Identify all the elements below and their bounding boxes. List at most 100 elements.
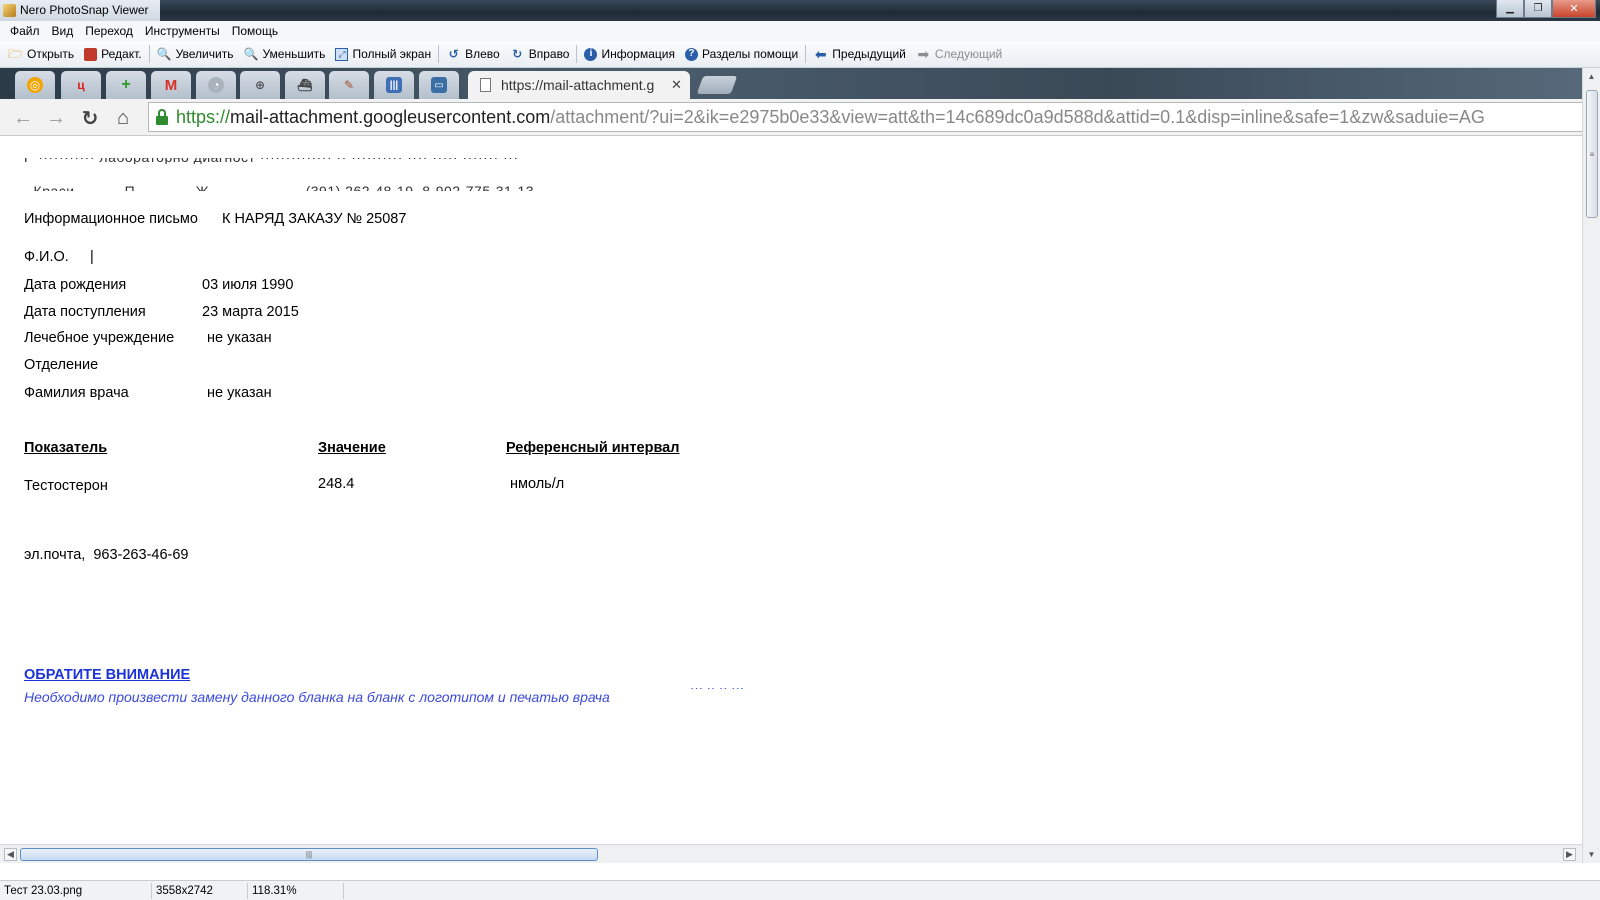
gmail-icon: M xyxy=(164,76,178,94)
table-cell-value: 248.4 xyxy=(318,476,355,492)
next-label: Следующий xyxy=(934,47,1003,61)
horizontal-scrollbar[interactable]: ◀ ||| ▶ xyxy=(0,844,1582,863)
gauge-icon: ◔ xyxy=(208,77,224,93)
pinned-tab[interactable]: + xyxy=(106,71,146,99)
pinned-tab[interactable]: M xyxy=(151,71,191,99)
help-icon: ? xyxy=(684,47,698,61)
pinned-tab[interactable]: ◔ xyxy=(196,71,236,99)
browser-toolbar: ← → ↻ ⌂ https://mail-attachment.googleus… xyxy=(0,99,1582,136)
active-tab[interactable]: https://mail-attachment.g ✕ xyxy=(468,71,690,99)
table-cell-reference: нмоль/л xyxy=(510,476,565,492)
arrow-right-icon: ➡ xyxy=(917,46,930,62)
back-icon[interactable]: ← xyxy=(10,105,36,131)
contact-line: эл.почта, 963-263-46-69 xyxy=(24,547,189,563)
menu-view[interactable]: Вид xyxy=(46,24,80,38)
cropped-text-line: · Краси ········ П ·········· Ж ········… xyxy=(24,185,624,191)
address-bar[interactable]: https://mail-attachment.googleuserconten… xyxy=(148,102,1582,132)
minimize-button[interactable]: ▁ xyxy=(1496,0,1524,18)
lock-icon xyxy=(155,109,169,125)
rotate-right-button[interactable]: ↻ Вправо xyxy=(505,43,575,65)
toolbar: 🗁 Открыть Редакт. 🔍 Увеличить 🔍 Уменьшит… xyxy=(0,41,1600,68)
previous-button[interactable]: ⬅ Предыдущий xyxy=(808,43,911,65)
fullscreen-button[interactable]: ⤢ Полный экран xyxy=(330,43,436,65)
field-label-admission: Дата поступления xyxy=(24,304,146,320)
menu-go[interactable]: Переход xyxy=(79,24,139,38)
url-path: /attachment/?ui=2&ik=e2975b0e33&view=att… xyxy=(550,106,1485,127)
help-label: Разделы помощи xyxy=(701,47,799,61)
rotate-right-label: Вправо xyxy=(528,47,570,61)
pinned-tab[interactable]: ◎ xyxy=(15,71,55,99)
menu-help[interactable]: Помощь xyxy=(226,24,284,38)
ship-icon: ⛴ xyxy=(297,78,313,92)
table-header-value: Значение xyxy=(318,440,386,456)
field-value-birthdate: 03 июля 1990 xyxy=(202,277,294,293)
scroll-down-icon[interactable]: ▼ xyxy=(1585,848,1598,860)
zoom-in-button[interactable]: 🔍 Увеличить xyxy=(152,43,239,65)
pinned-tab[interactable]: ⛴ xyxy=(285,71,325,99)
image-viewport[interactable]: ◎ ц + M ◔ ⊕ ⛴ ✎ ||| ▭ https://mail-attac… xyxy=(0,68,1582,863)
scroll-left-icon[interactable]: ◀ xyxy=(4,848,17,861)
menu-file[interactable]: Файл xyxy=(4,24,46,38)
home-icon[interactable]: ⌂ xyxy=(110,105,136,131)
zoom-out-icon: 🔍 xyxy=(243,47,259,61)
vertical-scrollbar[interactable]: ▲ ≡ ▼ xyxy=(1582,68,1600,863)
open-button[interactable]: 🗁 Открыть xyxy=(3,43,79,65)
edit-label: Редакт. xyxy=(101,47,142,61)
arrow-left-icon: ⬅ xyxy=(814,46,827,62)
edit-icon xyxy=(84,47,98,61)
search-globe-icon: ⊕ xyxy=(254,78,266,92)
pinned-tab[interactable]: ||| xyxy=(374,71,414,99)
horizontal-scroll-thumb[interactable]: ||| xyxy=(20,848,598,861)
pinned-tab[interactable]: ▭ xyxy=(419,71,459,99)
info-label: Информация xyxy=(601,47,675,61)
status-dimensions: 3558x2742 xyxy=(152,882,248,899)
zoom-out-label: Уменьшить xyxy=(262,47,326,61)
scroll-up-icon[interactable]: ▲ xyxy=(1585,70,1598,82)
field-label-institution: Лечебное учреждение xyxy=(24,330,175,346)
letter-heading: Информационное письмо К НАРЯД ЗАКАЗУ № 2… xyxy=(24,211,406,227)
field-value-institution: не указан xyxy=(207,330,272,346)
reload-icon[interactable]: ↻ xyxy=(77,105,103,131)
field-value-fio: | xyxy=(90,249,94,265)
table-header-indicator: Показатель xyxy=(24,440,108,456)
pencil-icon: ✎ xyxy=(343,78,355,92)
field-label-doctor: Фамилия врача xyxy=(24,385,129,401)
pinned-tab[interactable]: ✎ xyxy=(329,71,369,99)
info-button[interactable]: i Информация xyxy=(579,43,679,65)
rotate-left-icon: ↺ xyxy=(448,47,459,61)
url-text: https://mail-attachment.googleuserconten… xyxy=(176,107,1485,128)
rotate-left-button[interactable]: ↺ Влево xyxy=(441,43,505,65)
url-scheme: https:// xyxy=(176,106,231,127)
status-filename: Тест 23.03.png xyxy=(0,882,152,899)
maximize-button[interactable]: ❐ xyxy=(1524,0,1552,18)
new-tab-button[interactable] xyxy=(696,76,738,94)
title-bar: Nero PhotoSnap Viewer ▁ ❐ ✕ xyxy=(0,0,1600,21)
zoom-out-button[interactable]: 🔍 Уменьшить xyxy=(238,43,330,65)
field-label-department: Отделение xyxy=(24,357,99,373)
info-icon: i xyxy=(584,47,598,61)
notice-title[interactable]: ОБРАТИТЕ ВНИМАНИЕ xyxy=(24,667,190,683)
open-label: Открыть xyxy=(27,47,75,61)
field-value-doctor: не указан xyxy=(207,385,272,401)
field-label-birthdate: Дата рождения xyxy=(24,277,127,293)
scroll-right-icon[interactable]: ▶ xyxy=(1563,848,1576,861)
barcode-icon: ||| xyxy=(386,77,402,93)
heading-order: К НАРЯД ЗАКАЗУ № 25087 xyxy=(221,211,407,227)
forward-icon[interactable]: → xyxy=(43,105,69,131)
vertical-scroll-thumb[interactable]: ≡ xyxy=(1586,90,1598,218)
url-host: mail-attachment.googleusercontent.com xyxy=(230,106,551,127)
rotate-right-icon: ↻ xyxy=(512,47,523,61)
fullscreen-icon: ⤢ xyxy=(335,47,349,61)
active-tab-title: https://mail-attachment.g xyxy=(501,77,655,93)
edit-button[interactable]: Редакт. xyxy=(79,43,146,65)
tab-close-icon[interactable]: ✕ xyxy=(671,77,682,93)
help-button[interactable]: ? Разделы помощи xyxy=(680,43,803,65)
pinned-tab[interactable]: ⊕ xyxy=(240,71,280,99)
app-icon xyxy=(3,4,16,17)
next-button[interactable]: ➡ Следующий xyxy=(911,43,1007,65)
menu-tools[interactable]: Инструменты xyxy=(139,24,226,38)
pinned-tab[interactable]: ц xyxy=(61,71,101,99)
status-bar: Тест 23.03.png 3558x2742 118.31% xyxy=(0,880,1600,900)
close-button[interactable]: ✕ xyxy=(1552,0,1596,18)
table-header-reference: Референсный интервал xyxy=(506,440,680,456)
